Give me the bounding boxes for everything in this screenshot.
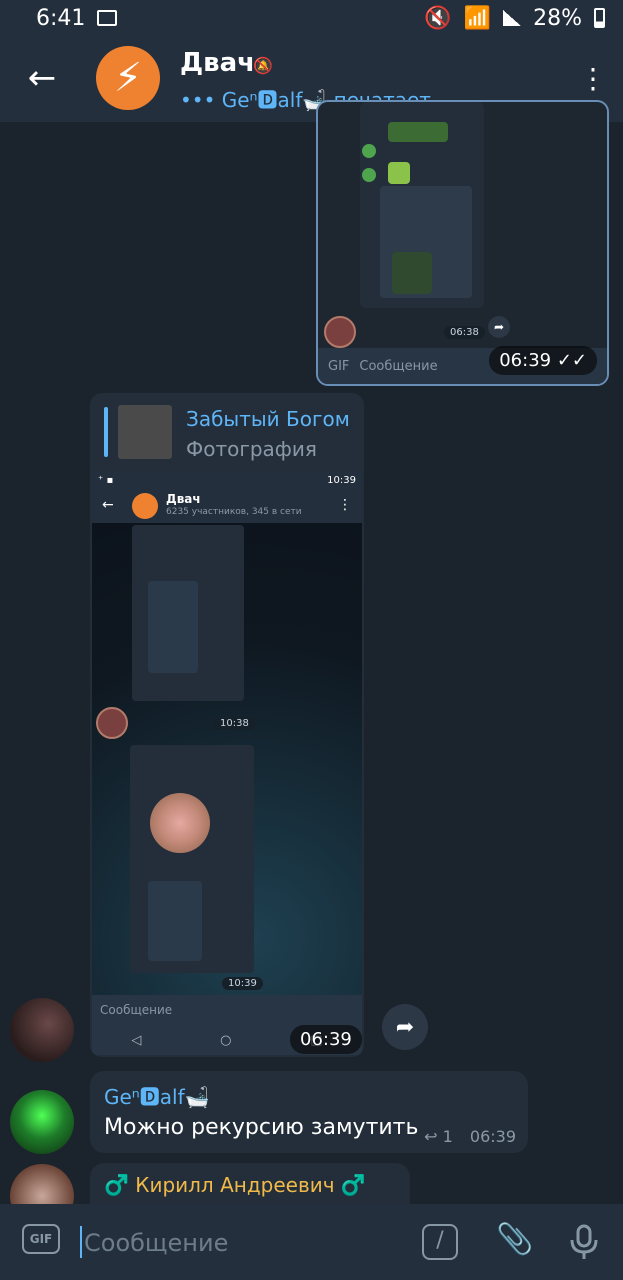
nav-home-icon: ○ (220, 1032, 232, 1048)
message-meta: ↩ 1 06:39 (424, 1127, 516, 1146)
reply-arrow-icon: ↩ (424, 1127, 438, 1146)
time-text: 06:39 (499, 350, 552, 371)
outgoing-photo-message[interactable]: 06:38 ➦ GIF Сообщение 06:39 ✓✓ (316, 100, 609, 386)
status-bar: 6:41 🔇 📶 28% (0, 0, 623, 36)
sender-name[interactable]: ♂️ Кирилл Андреевич ♂️ (104, 1173, 366, 1197)
gif-icon: GIF (328, 358, 350, 374)
mute-icon: 🔇 (424, 5, 452, 31)
attach-paperclip-icon[interactable]: 📎 (496, 1222, 533, 1257)
wifi-icon: 📶 (463, 5, 492, 31)
reply-author[interactable]: Забытый Богом (186, 407, 350, 431)
back-arrow-icon[interactable]: ← (22, 58, 62, 98)
nav-back-icon: ◁ (131, 1032, 142, 1048)
message-time: 06:39 ✓✓ (489, 346, 597, 375)
image-notification-icon (97, 10, 118, 26)
muted-icon: 🔕 (253, 56, 273, 75)
inner-chat-subtitle: 6235 участников, 345 в сети (166, 507, 302, 517)
message-input[interactable] (82, 1222, 406, 1264)
inner-avatar (132, 493, 158, 519)
message-time: 06:39 (469, 1127, 516, 1146)
status-time: 6:41 (36, 5, 86, 31)
more-menu-icon[interactable]: ⋮ (579, 60, 607, 100)
reply-count[interactable]: 1 (443, 1127, 453, 1146)
inner-input-placeholder: Сообщение (100, 1003, 173, 1017)
inner-status-time: 10:39 (327, 474, 356, 486)
screenshot-input-placeholder: Сообщение (359, 358, 438, 374)
read-checkmarks-icon: ✓✓ (556, 350, 587, 371)
cat-sticker (150, 793, 210, 853)
inner-share-icon: ➦ (488, 316, 510, 338)
inner-menu-icon: ⋮ (338, 497, 352, 513)
inner-time-a: 10:38 (214, 717, 255, 730)
gif-button[interactable]: GIF (22, 1224, 60, 1254)
screenshot-image: 06:38 ➦ GIF Сообщение (318, 102, 607, 384)
message-time: 06:39 (290, 1025, 362, 1054)
sender-avatar[interactable] (10, 998, 74, 1062)
chat-title[interactable]: Двач (180, 48, 255, 78)
incoming-photo-message[interactable]: Забытый Богом Фотография ⁺ ▪ 10:39 ← Два… (90, 393, 364, 1057)
mini-avatar (324, 316, 356, 348)
inner-back-icon: ← (102, 497, 114, 513)
message-composer: GIF / 📎 (0, 1204, 623, 1280)
inner-time: 06:38 (444, 326, 485, 339)
reply-bar (104, 407, 108, 457)
sender-avatar[interactable] (10, 1090, 74, 1154)
reply-thumbnail[interactable] (118, 405, 172, 459)
screenshot-photo[interactable]: ⁺ ▪ 10:39 ← Двач 6235 участников, 345 в … (92, 471, 362, 1055)
forward-icon[interactable]: ➦ (382, 1004, 428, 1050)
chat-avatar[interactable]: ⚡ (96, 46, 160, 110)
inner-time-b: 10:39 (222, 977, 263, 990)
screenshot-column (360, 102, 484, 308)
bot-command-icon[interactable]: / (422, 1224, 458, 1260)
battery-icon (594, 8, 605, 28)
sender-name[interactable]: Geⁿ🅳alf🛁 (104, 1081, 210, 1110)
reply-preview-text: Фотография (186, 437, 317, 461)
incoming-text-message[interactable]: Geⁿ🅳alf🛁 Можно рекурсию замутить ↩ 1 06:… (90, 1071, 528, 1153)
microphone-icon[interactable] (564, 1222, 604, 1262)
inner-status-icons: ⁺ ▪ (98, 474, 114, 486)
inner-chat-title: Двач (166, 492, 201, 506)
battery-percent: 28% (533, 5, 582, 31)
signal-icon (503, 10, 522, 26)
message-text: Можно рекурсию замутить (104, 1115, 419, 1140)
